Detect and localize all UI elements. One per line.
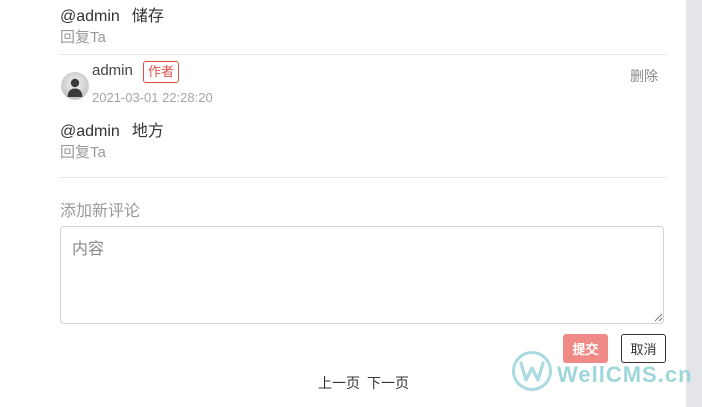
comment-text: 储存 xyxy=(131,8,164,25)
delete-link[interactable]: 删除 xyxy=(630,66,658,86)
avatar xyxy=(61,72,89,100)
comment-body-1: @admin 储存 xyxy=(60,2,164,26)
reply-link-2[interactable]: 回复Ta xyxy=(60,141,106,162)
cancel-button[interactable]: 取消 xyxy=(621,334,666,363)
scrollbar-gutter[interactable] xyxy=(686,0,702,407)
reply-link-1[interactable]: 回复Ta xyxy=(60,26,106,47)
comment-text: 地方 xyxy=(131,123,164,140)
add-comment-heading: 添加新评论 xyxy=(60,203,141,220)
submit-button[interactable]: 提交 xyxy=(563,334,608,363)
resize-grip-icon[interactable] xyxy=(653,312,663,322)
author-badge: 作者 xyxy=(143,61,180,83)
comment-time: 2021-03-01 22:28:20 xyxy=(92,90,213,105)
next-page-link[interactable]: 下一页 xyxy=(367,373,409,393)
divider xyxy=(60,54,666,55)
comment-author[interactable]: admin xyxy=(92,62,133,79)
watermark-text: WellCMS.cn xyxy=(557,362,693,387)
mention[interactable]: @admin xyxy=(60,123,120,140)
prev-page-link[interactable]: 上一页 xyxy=(318,373,360,393)
comment-content-input[interactable] xyxy=(60,226,664,324)
user-silhouette-icon xyxy=(67,78,83,97)
comment-body-2: @admin 地方 xyxy=(60,117,164,141)
divider xyxy=(60,177,666,178)
wellcms-logo-icon xyxy=(512,351,552,391)
mention[interactable]: @admin xyxy=(60,8,120,25)
